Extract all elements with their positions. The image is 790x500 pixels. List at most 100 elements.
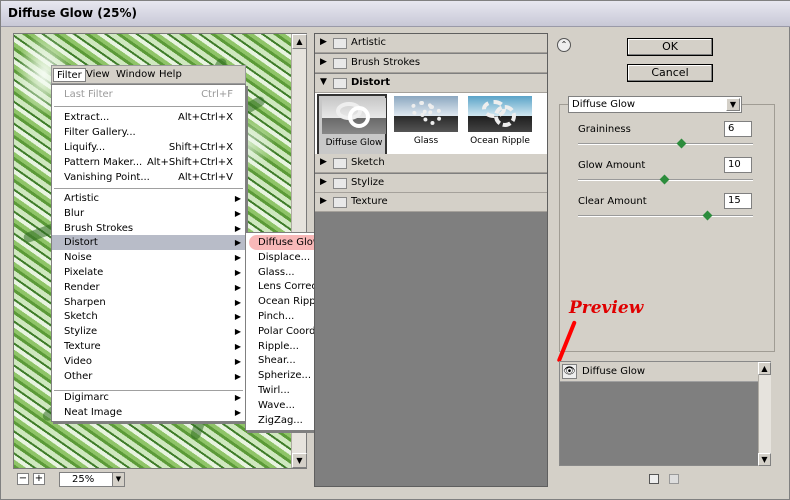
- menu-item-neat-image[interactable]: Neat Image ▶: [52, 405, 245, 420]
- category-sketch[interactable]: ▶ Sketch: [315, 154, 547, 173]
- submenu-arrow-icon: ▶: [234, 312, 241, 322]
- category-brush-strokes[interactable]: ▶ Brush Strokes: [315, 54, 547, 73]
- menu-item-distort[interactable]: Distort ▶: [52, 235, 245, 251]
- menu-item-brush-strokes[interactable]: Brush Strokes ▶: [52, 221, 245, 236]
- new-layer-icon[interactable]: [649, 474, 659, 484]
- folder-icon: [333, 58, 347, 69]
- menu-item-pixelate[interactable]: Pixelate ▶: [52, 265, 245, 280]
- folder-open-icon: [333, 78, 347, 89]
- param-slider-glow-amount[interactable]: [578, 174, 753, 185]
- menu-item-render[interactable]: Render ▶: [52, 280, 245, 295]
- collapse-arrow-icon: ▼: [320, 77, 327, 87]
- expand-arrow-icon: ▶: [320, 196, 327, 206]
- chevron-down-icon: ▼: [112, 473, 124, 486]
- category-stylize[interactable]: ▶ Stylize: [315, 174, 547, 193]
- scroll-down-arrow-icon[interactable]: ▼: [292, 453, 307, 468]
- submenu-arrow-icon: ▶: [234, 297, 241, 307]
- expand-arrow-icon: ▶: [320, 157, 327, 167]
- param-slider-clear-amount[interactable]: [578, 210, 753, 221]
- menu-item-pattern-maker[interactable]: Pattern Maker... Alt+Shift+Ctrl+X: [52, 155, 245, 170]
- menu-item-artistic[interactable]: Artistic ▶: [52, 191, 245, 206]
- menu-item-liquify[interactable]: Liquify... Shift+Ctrl+X: [52, 140, 245, 155]
- double-chevron-up-icon[interactable]: ⌃: [557, 38, 571, 52]
- submenu-arrow-icon: ▶: [234, 393, 241, 402]
- filter-select-value: Diffuse Glow: [572, 99, 636, 110]
- param-input-clear-amount[interactable]: 15: [724, 193, 752, 209]
- zoom-select[interactable]: 25% ▼: [59, 472, 125, 487]
- menu-item-sketch[interactable]: Sketch ▶: [52, 309, 245, 324]
- submenu-arrow-icon: ▶: [234, 238, 241, 248]
- scroll-up-arrow-icon[interactable]: ▲: [292, 34, 307, 49]
- submenu-arrow-icon: ▶: [234, 223, 241, 233]
- effect-layer-row[interactable]: 👁 Diffuse Glow: [560, 362, 758, 382]
- submenu-arrow-icon: ▶: [234, 356, 241, 366]
- menu-item-texture[interactable]: Texture ▶: [52, 339, 245, 354]
- filter-gallery-panel: ▶ Artistic ▶ Brush Strokes ▼ Distort Diffus…: [314, 33, 548, 487]
- category-distort[interactable]: ▼ Distort: [315, 74, 547, 93]
- menu-view[interactable]: View: [83, 68, 113, 82]
- menu-filter[interactable]: Filter: [53, 68, 86, 82]
- preview-annotation: Preview: [569, 298, 644, 318]
- param-label-glow-amount: Glow Amount: [578, 160, 646, 171]
- category-artistic[interactable]: ▶ Artistic: [315, 34, 547, 53]
- menu-item-stylize[interactable]: Stylize ▶: [52, 324, 245, 339]
- zoom-value: 25%: [72, 474, 95, 485]
- menu-item-other[interactable]: Other ▶: [52, 369, 245, 384]
- folder-icon: [333, 178, 347, 189]
- filter-menu: Last Filter Ctrl+F Extract... Alt+Ctrl+X Fi…: [51, 84, 246, 422]
- expand-arrow-icon: ▶: [320, 57, 327, 67]
- thumbnail-ocean-ripple[interactable]: Ocean Ripple: [465, 94, 535, 159]
- submenu-arrow-icon: ▶: [234, 253, 241, 263]
- filter-gallery-dialog: Diffuse Glow (25%) ▲ ▼ − + 25% ▼ Filter …: [0, 0, 790, 500]
- param-input-glow-amount[interactable]: 10: [724, 157, 752, 173]
- menu-item-video[interactable]: Video ▶: [52, 354, 245, 369]
- zoom-in-button[interactable]: +: [33, 473, 45, 485]
- submenu-arrow-icon: ▶: [234, 371, 241, 381]
- param-input-graininess[interactable]: 6: [724, 121, 752, 137]
- submenu-arrow-icon: ▶: [234, 408, 241, 417]
- title-bar: Diffuse Glow (25%): [1, 1, 790, 27]
- menu-bar: Filter View Window Help: [51, 65, 246, 84]
- layers-scrollbar[interactable]: ▲ ▼: [758, 362, 771, 466]
- scroll-up-arrow-icon[interactable]: ▲: [758, 362, 771, 375]
- menu-item-filter-gallery[interactable]: Filter Gallery...: [52, 125, 245, 140]
- param-label-graininess: Graininess: [578, 124, 631, 135]
- folder-icon: [333, 38, 347, 49]
- menu-item-noise[interactable]: Noise ▶: [52, 250, 245, 265]
- effect-layer-label: Diffuse Glow: [582, 366, 646, 377]
- filter-select[interactable]: Diffuse Glow ▼: [568, 96, 742, 113]
- effect-layers-panel: 👁 Diffuse Glow ▲ ▼: [559, 361, 771, 466]
- cancel-button[interactable]: Cancel: [627, 64, 713, 82]
- ok-button[interactable]: OK: [627, 38, 713, 56]
- menu-help[interactable]: Help: [156, 68, 185, 82]
- param-slider-graininess[interactable]: [578, 138, 753, 149]
- submenu-arrow-icon: ▶: [234, 282, 241, 292]
- category-texture[interactable]: ▶ Texture: [315, 193, 547, 212]
- menu-item-blur[interactable]: Blur ▶: [52, 206, 245, 221]
- menu-item-vanishing-point[interactable]: Vanishing Point... Alt+Ctrl+V: [52, 170, 245, 185]
- window-title: Diffuse Glow (25%): [8, 6, 137, 20]
- param-label-clear-amount: Clear Amount: [578, 196, 647, 207]
- zoom-bar: − + 25% ▼: [13, 471, 307, 487]
- menu-item-sharpen[interactable]: Sharpen ▶: [52, 295, 245, 310]
- submenu-arrow-icon: ▶: [234, 194, 241, 203]
- submenu-arrow-icon: ▶: [234, 327, 241, 337]
- folder-icon: [333, 158, 347, 169]
- submenu-arrow-icon: ▶: [234, 342, 241, 351]
- scroll-down-arrow-icon[interactable]: ▼: [758, 453, 771, 466]
- expand-arrow-icon: ▶: [320, 177, 327, 187]
- zoom-out-button[interactable]: −: [17, 473, 29, 485]
- chevron-down-icon: ▼: [726, 98, 740, 111]
- expand-arrow-icon: ▶: [320, 37, 327, 47]
- folder-icon: [333, 197, 347, 208]
- menu-window[interactable]: Window: [113, 68, 158, 82]
- eye-icon[interactable]: 👁: [562, 364, 577, 379]
- thumbnail-diffuse-glow[interactable]: Diffuse Glow: [317, 94, 387, 159]
- trash-icon[interactable]: [669, 474, 679, 484]
- submenu-arrow-icon: ▶: [234, 268, 241, 277]
- menu-item-digimarc[interactable]: Digimarc ▶: [52, 390, 245, 405]
- thumbnail-strip: Diffuse Glow Glass Ocean Ripple: [315, 93, 547, 161]
- thumbnail-glass[interactable]: Glass: [391, 94, 461, 159]
- menu-item-extract[interactable]: Extract... Alt+Ctrl+X: [52, 110, 245, 125]
- menu-item-last-filter[interactable]: Last Filter Ctrl+F: [52, 87, 245, 102]
